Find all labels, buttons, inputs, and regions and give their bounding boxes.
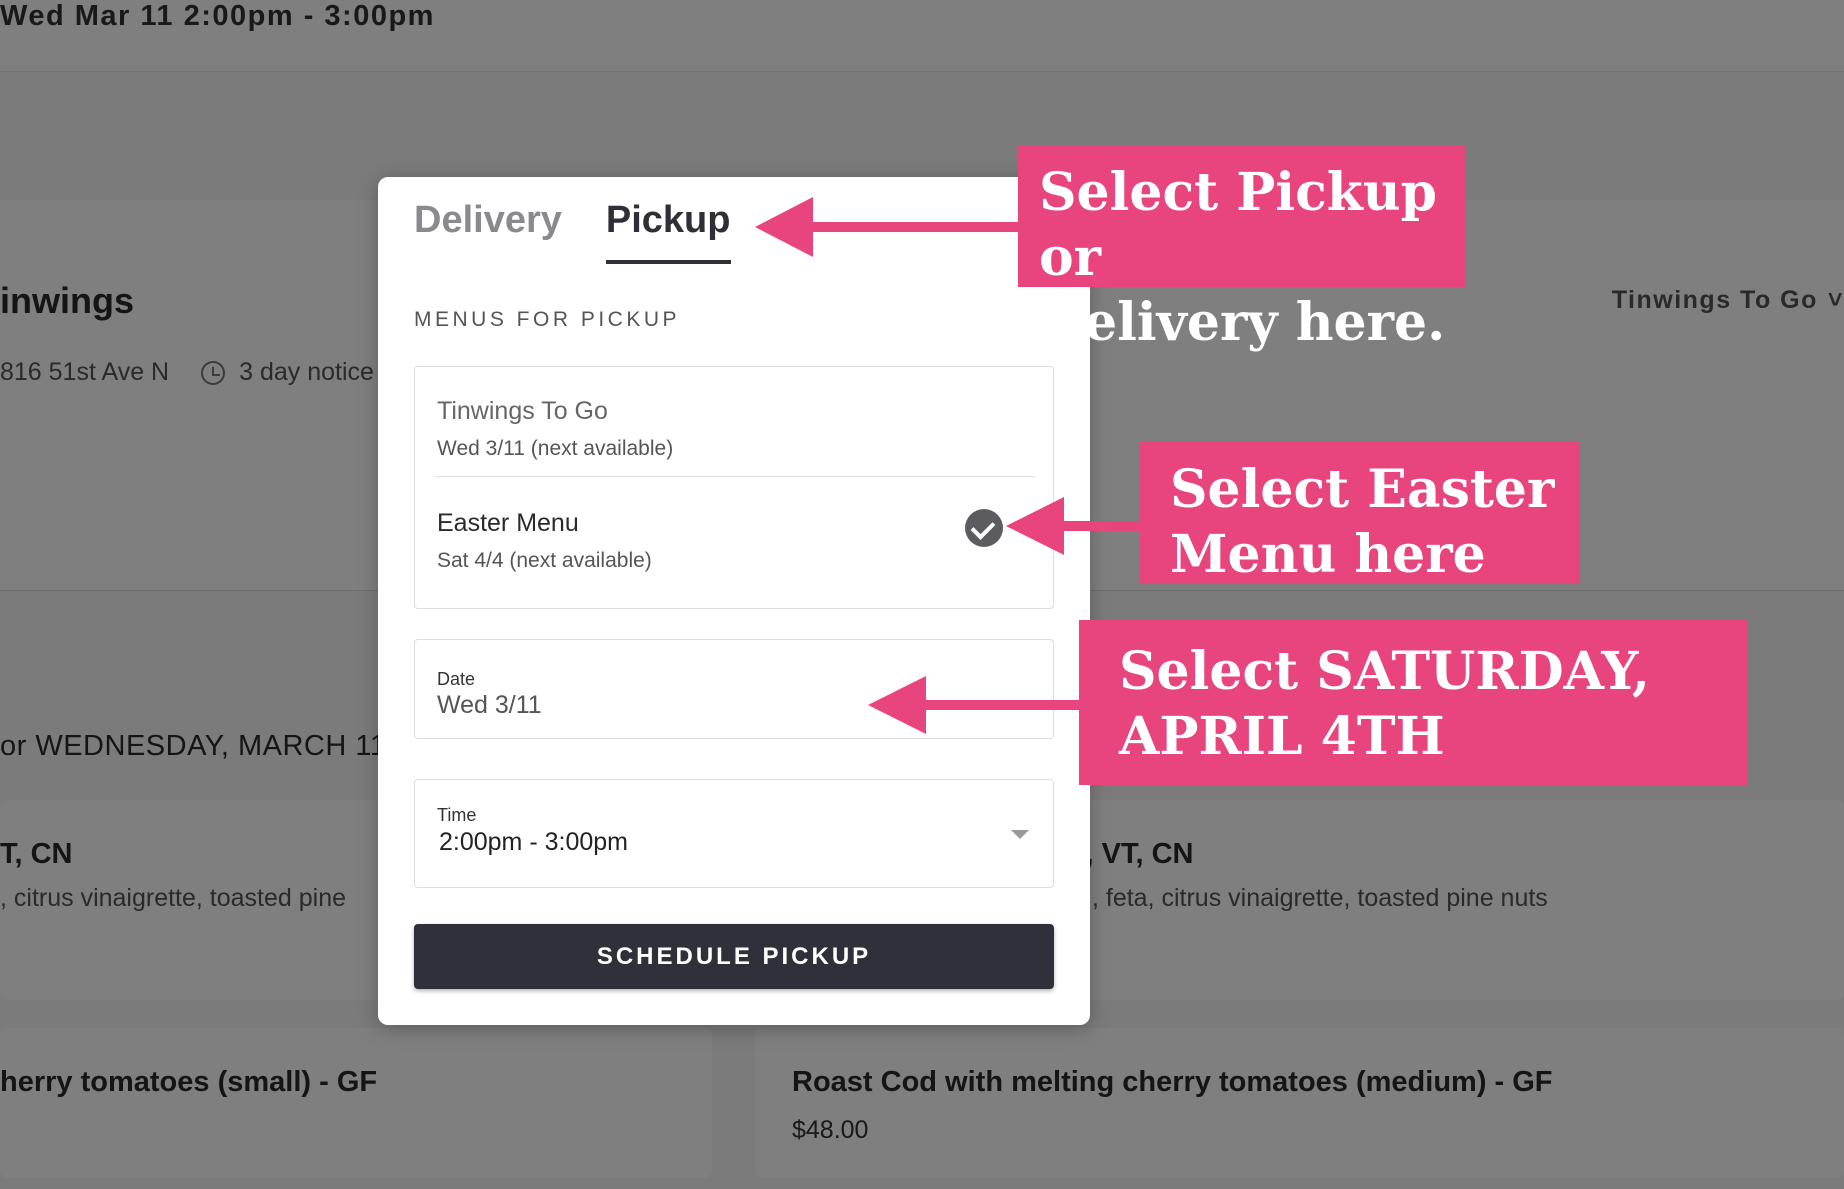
callout-text: Select Easter (1170, 459, 1555, 520)
arrow-left-icon (868, 676, 1081, 734)
tab-delivery[interactable]: Delivery (414, 199, 562, 264)
arrow-left-icon (1006, 497, 1144, 555)
time-select[interactable]: Time 2:00pm - 3:00pm (414, 779, 1054, 888)
divider (435, 476, 1035, 477)
menu-option-tinwings-to-go[interactable]: Tinwings To Go Wed 3/11 (next available) (415, 367, 1053, 479)
callout-easter-menu: Select Easter Menu here (1140, 442, 1580, 585)
arrow-left-icon (755, 197, 1020, 257)
callout-text: Select SATURDAY, (1119, 641, 1650, 702)
menu-option-easter-menu[interactable]: Easter Menu Sat 4/4 (next available) (415, 479, 1053, 591)
date-label: Date (437, 669, 476, 689)
fulfillment-tabs: Delivery Pickup (414, 199, 731, 264)
caret-down-icon (1011, 830, 1029, 839)
time-value: 2:00pm - 3:00pm (439, 828, 628, 856)
callout-text: Select Pickup or (1039, 162, 1437, 288)
callout-text: Delivery here. (1039, 292, 1446, 353)
date-value: Wed 3/11 (437, 691, 542, 719)
menu-option-availability: Wed 3/11 (next available) (437, 437, 674, 460)
callout-text: APRIL 4TH (1119, 706, 1445, 767)
callout-text: Menu here (1170, 524, 1486, 585)
checkmark-icon (965, 509, 1003, 547)
fulfillment-modal: Delivery Pickup MENUS FOR PICKUP Tinwing… (378, 177, 1090, 1025)
schedule-pickup-button[interactable]: SCHEDULE PICKUP (414, 924, 1054, 989)
tab-pickup[interactable]: Pickup (605, 199, 731, 264)
time-label: Time (437, 805, 477, 825)
menus-section-label: MENUS FOR PICKUP (414, 308, 681, 331)
callout-pickup-delivery: Select Pickup or Delivery here. (1018, 145, 1466, 353)
menu-option-name: Tinwings To Go (437, 397, 608, 425)
callout-date: Select SATURDAY, APRIL 4TH (1079, 620, 1748, 785)
menu-options: Tinwings To Go Wed 3/11 (next available)… (414, 366, 1054, 609)
menu-option-name: Easter Menu (437, 509, 579, 537)
menu-option-availability: Sat 4/4 (next available) (437, 549, 652, 572)
